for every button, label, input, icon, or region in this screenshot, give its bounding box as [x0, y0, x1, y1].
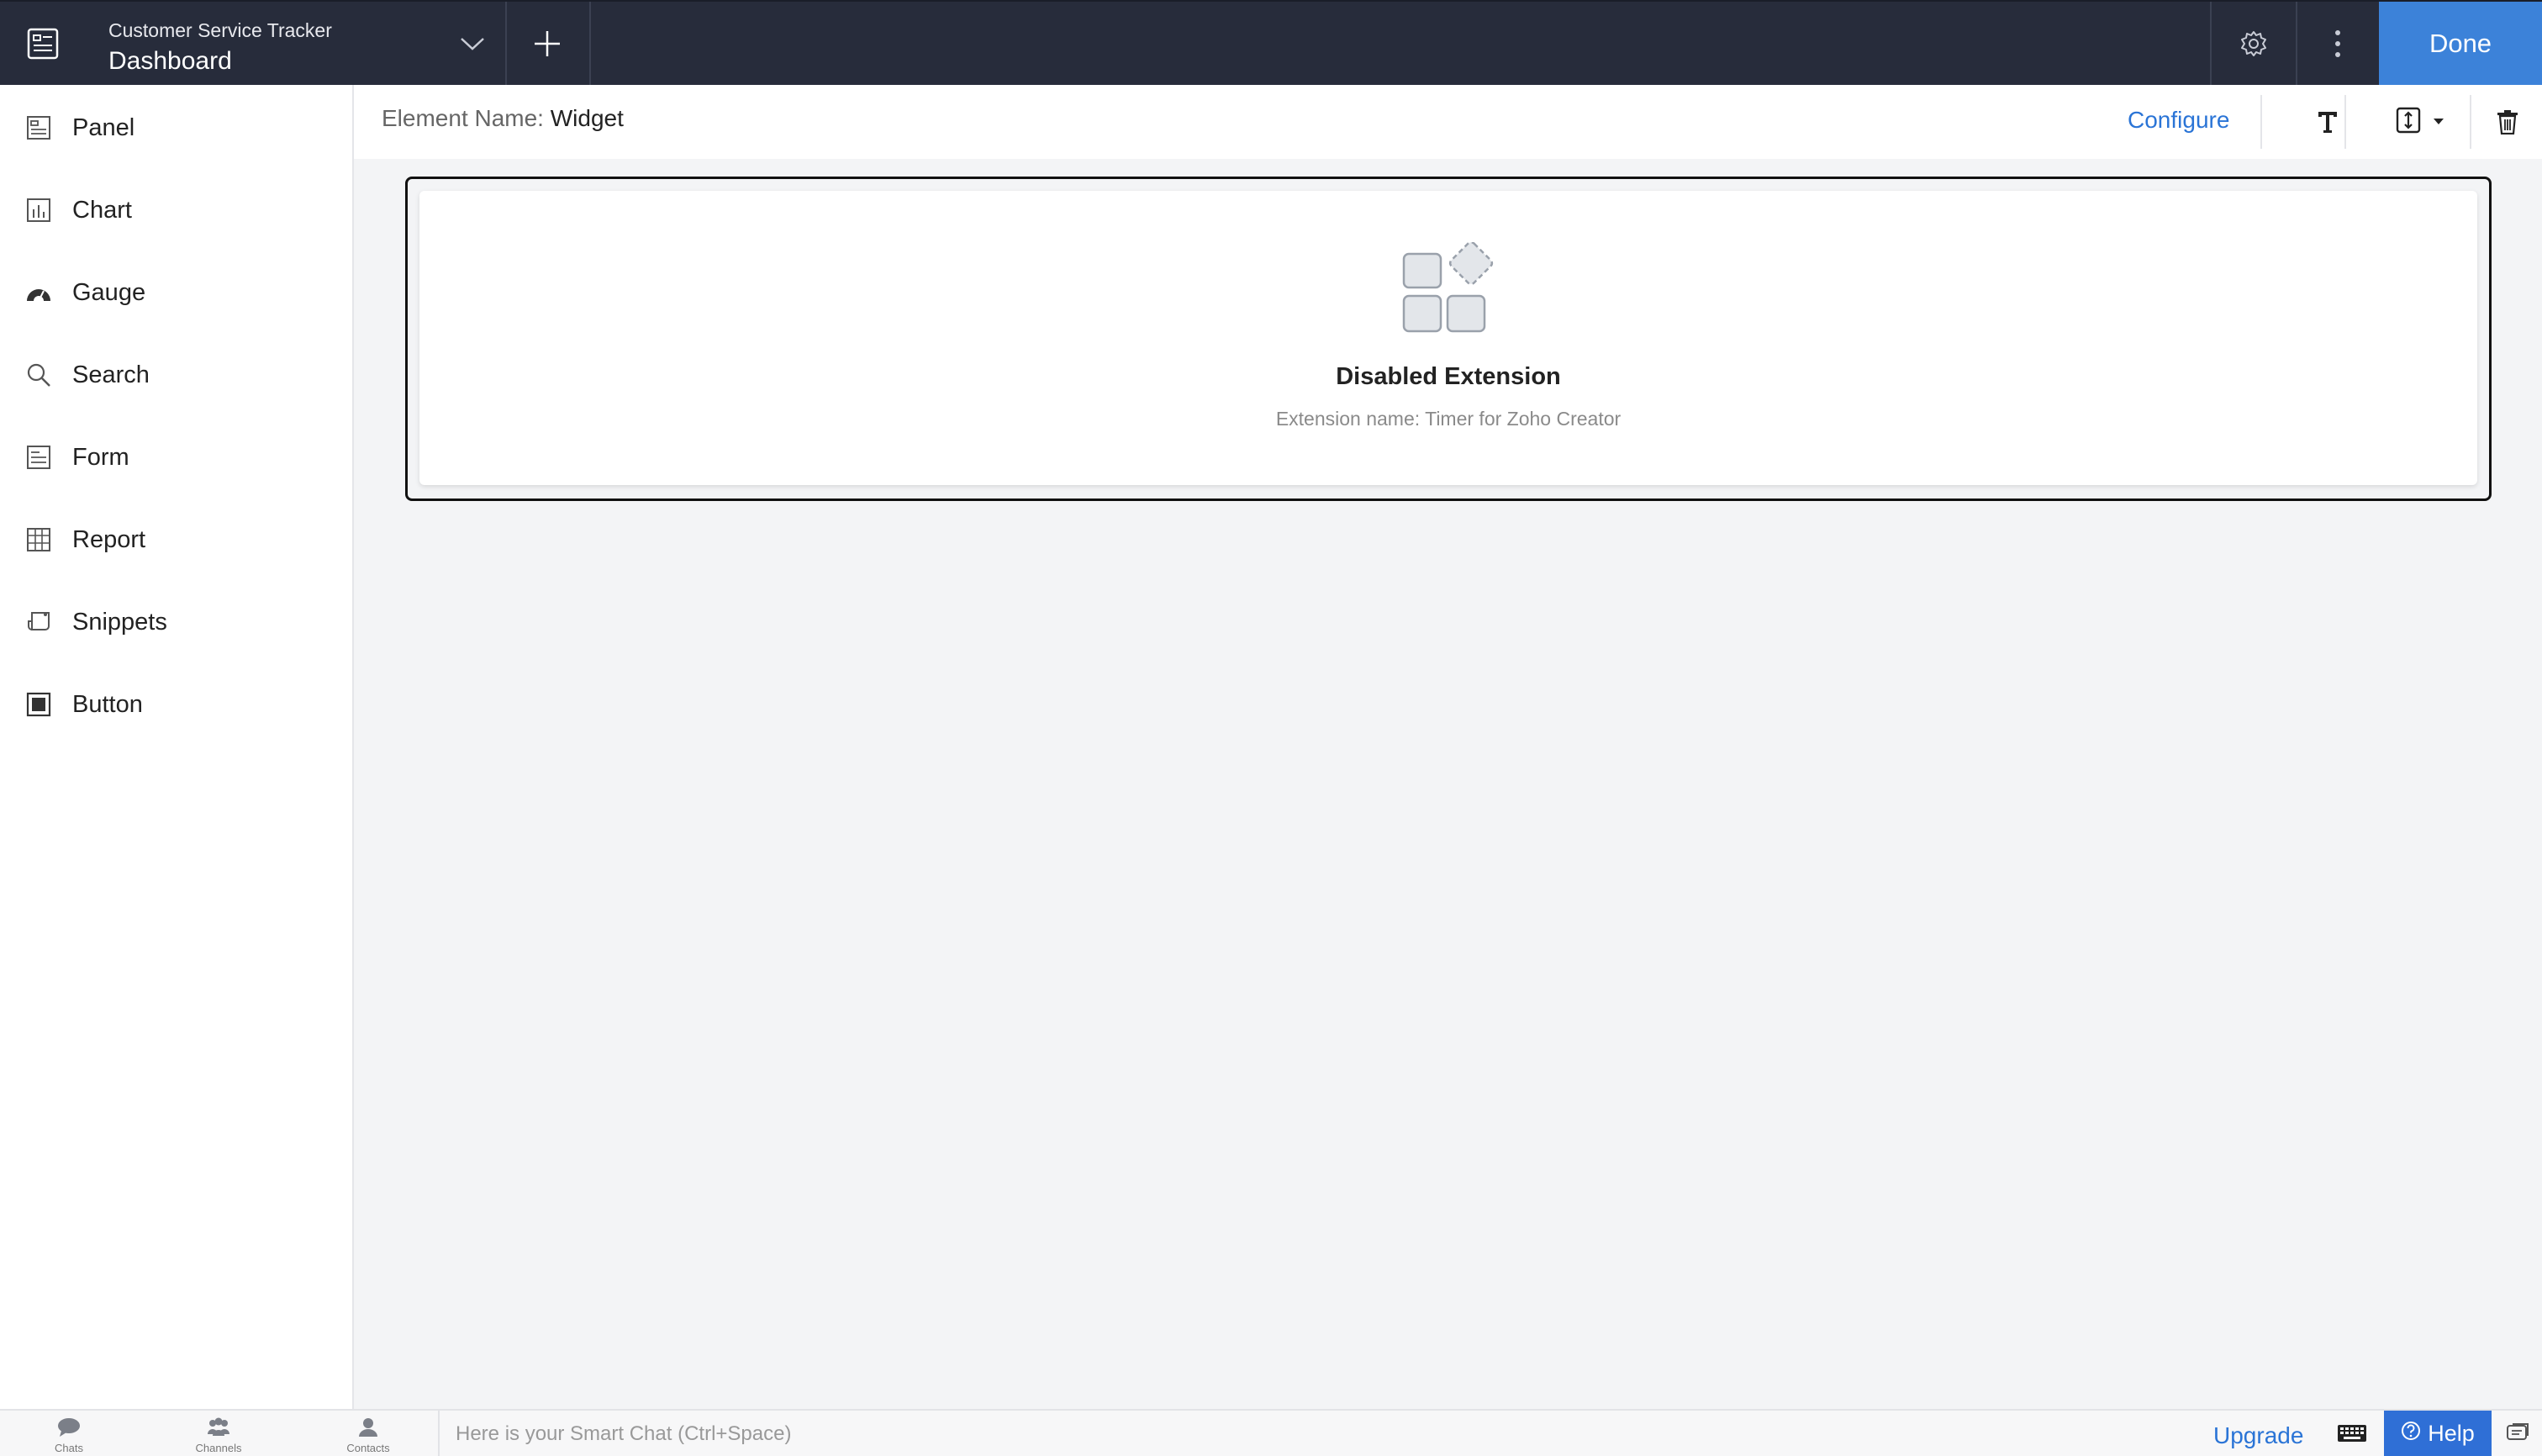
- chevron-down-icon[interactable]: [451, 25, 493, 62]
- contact-icon: [357, 1417, 379, 1442]
- snippet-icon: [24, 607, 54, 637]
- button-icon: [24, 689, 54, 720]
- element-name-value: Widget: [550, 105, 624, 131]
- dashboard-app-icon[interactable]: [0, 2, 85, 85]
- question-circle-icon: [2401, 1421, 2421, 1447]
- sidebar-item-label: Button: [72, 690, 143, 718]
- sidebar-item-button[interactable]: Button: [0, 663, 352, 746]
- chat-window-icon[interactable]: [2503, 1421, 2532, 1446]
- sidebar-item-label: Snippets: [72, 608, 167, 636]
- plus-icon[interactable]: [507, 2, 588, 85]
- top-bar: Customer Service Tracker Dashboard Done: [0, 0, 2542, 85]
- sidebar-item-label: Panel: [72, 113, 135, 141]
- sidebar-item-search[interactable]: Search: [0, 334, 352, 416]
- extension-title: Disabled Extension: [1336, 363, 1561, 390]
- bottom-item-label: Channels: [195, 1442, 242, 1454]
- sidebar-item-label: Report: [72, 525, 146, 553]
- sidebar-item-label: Chart: [72, 196, 132, 224]
- app-title-block[interactable]: Customer Service Tracker Dashboard: [108, 17, 332, 79]
- done-button[interactable]: Done: [2379, 2, 2542, 85]
- element-sidebar: Panel Chart Gauge Search Form Report Sni…: [0, 85, 354, 1409]
- sidebar-item-snippets[interactable]: Snippets: [0, 581, 352, 663]
- gear-icon[interactable]: [2212, 2, 2296, 85]
- toolbar-divider: [2344, 95, 2346, 149]
- toolbar-divider: [2260, 95, 2262, 149]
- toolbar-divider: [2470, 95, 2471, 149]
- bottom-bar: Chats Channels Contacts Here is your Sma…: [0, 1409, 2542, 1456]
- chart-icon: [24, 195, 54, 225]
- topbar-divider: [589, 2, 591, 85]
- app-name: Customer Service Tracker: [108, 19, 332, 41]
- height-resize-control[interactable]: [2370, 85, 2471, 159]
- text-format-icon[interactable]: [2287, 85, 2368, 159]
- panel-icon: [24, 113, 54, 143]
- sidebar-item-chart[interactable]: Chart: [0, 169, 352, 251]
- search-icon: [24, 360, 54, 390]
- extension-icon: [1399, 240, 1496, 336]
- element-name: Element Name: Widget: [382, 105, 624, 132]
- sidebar-item-label: Gauge: [72, 278, 146, 306]
- bottom-item-channels[interactable]: Channels: [185, 1411, 252, 1456]
- upgrade-link[interactable]: Upgrade: [2213, 1422, 2303, 1449]
- channels-icon: [206, 1417, 231, 1442]
- extension-subtitle: Extension name: Timer for Zoho Creator: [1275, 408, 1622, 430]
- sidebar-item-form[interactable]: Form: [0, 416, 352, 499]
- trash-icon[interactable]: [2472, 85, 2542, 159]
- bottom-item-label: Contacts: [346, 1442, 390, 1454]
- sidebar-item-report[interactable]: Report: [0, 499, 352, 581]
- bottom-item-contacts[interactable]: Contacts: [335, 1411, 402, 1456]
- chat-bubble-icon: [56, 1417, 82, 1442]
- sidebar-item-panel[interactable]: Panel: [0, 87, 352, 169]
- sidebar-item-label: Form: [72, 443, 129, 471]
- sidebar-item-label: Search: [72, 361, 150, 388]
- element-toolbar: Element Name: Widget Configure: [354, 85, 2542, 159]
- help-button[interactable]: Help: [2384, 1411, 2492, 1456]
- bottom-divider: [438, 1411, 440, 1456]
- widget-card[interactable]: [419, 191, 2477, 485]
- help-label: Help: [2428, 1420, 2475, 1446]
- caret-down-icon: [2433, 114, 2444, 129]
- grid-icon: [24, 525, 54, 555]
- bottom-item-chats[interactable]: Chats: [35, 1411, 103, 1456]
- keyboard-icon[interactable]: [2334, 1421, 2371, 1446]
- sidebar-item-gauge[interactable]: Gauge: [0, 251, 352, 334]
- height-resize-icon: [2396, 107, 2421, 138]
- smart-chat-input[interactable]: Here is your Smart Chat (Ctrl+Space): [456, 1422, 791, 1446]
- bottom-item-label: Chats: [55, 1442, 83, 1454]
- vertical-dots-icon[interactable]: [2297, 2, 2378, 85]
- element-name-label: Element Name:: [382, 105, 544, 131]
- form-icon: [24, 442, 54, 472]
- page-name: Dashboard: [108, 47, 232, 75]
- gauge-icon: [24, 277, 54, 308]
- configure-link[interactable]: Configure: [2128, 107, 2229, 134]
